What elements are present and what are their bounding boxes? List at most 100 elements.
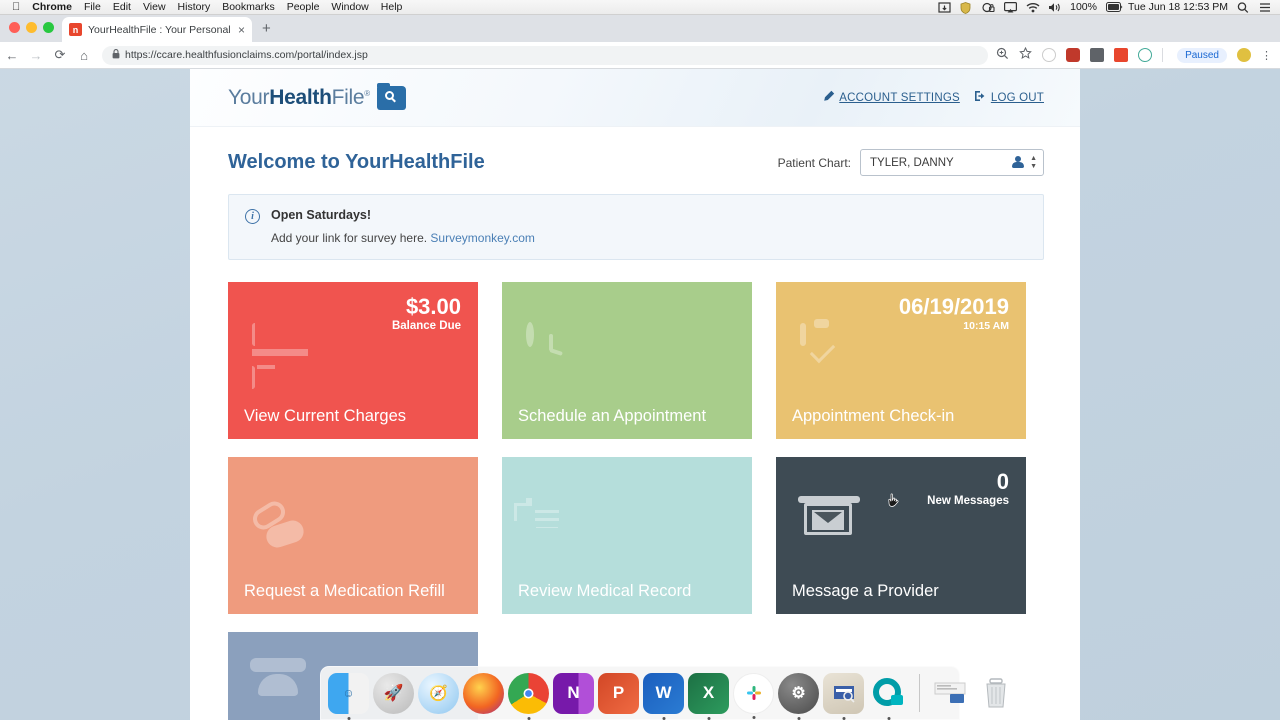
menu-item-edit[interactable]: Edit xyxy=(113,1,131,13)
dock-item-launchpad[interactable]: 🚀 xyxy=(373,672,414,714)
running-indicator xyxy=(347,716,350,720)
close-tab-icon[interactable]: × xyxy=(238,23,245,37)
menu-item-file[interactable]: File xyxy=(84,1,101,13)
shield-extension-icon[interactable] xyxy=(1066,48,1081,62)
shield-icon[interactable] xyxy=(960,1,973,14)
dock-item-finder[interactable]: ☺ xyxy=(328,672,369,720)
zoom-icon[interactable] xyxy=(996,47,1009,63)
site-logo[interactable]: YourHealthFile® xyxy=(228,82,406,110)
dock-item-camtasia[interactable] xyxy=(868,673,909,720)
address-bar[interactable]: https://ccare.healthfusionclaims.com/por… xyxy=(102,45,989,65)
announcement-banner: i Open Saturdays! Add your link for surv… xyxy=(228,194,1044,260)
telephone-icon xyxy=(250,658,306,720)
menu-item-help[interactable]: Help xyxy=(381,1,403,13)
mac-dock: ☺ 🚀 🧭 N P W X ⚙ xyxy=(320,666,1006,720)
dock-item-preview[interactable] xyxy=(823,672,864,720)
dock-item-firefox[interactable] xyxy=(463,672,504,714)
battery-percentage: 100% xyxy=(1070,1,1097,13)
tile-request-a-medication-refill[interactable]: Request a Medication Refill xyxy=(228,457,478,614)
patient-chart-select[interactable]: TYLER, DANNY ▲ ▼ xyxy=(860,149,1044,176)
opera-extension-icon[interactable] xyxy=(1042,48,1057,62)
tile-stat: 06/19/2019 10:15 AM xyxy=(899,295,1009,332)
address-bar-url: https://ccare.healthfusionclaims.com/por… xyxy=(125,49,368,61)
balance-caption: Balance Due xyxy=(391,320,461,333)
menu-item-people[interactable]: People xyxy=(287,1,320,13)
dock-divider xyxy=(919,674,920,712)
reload-button[interactable]: ⟳ xyxy=(48,47,72,63)
folder-search-icon xyxy=(376,82,406,110)
running-indicator xyxy=(527,716,530,720)
announcement-title: Open Saturdays! xyxy=(271,208,372,222)
dock-item-trash[interactable] xyxy=(975,673,1016,714)
tile-label: Request a Medication Refill xyxy=(244,582,445,600)
clipboard-check-icon xyxy=(800,323,856,378)
menu-item-bookmarks[interactable]: Bookmarks xyxy=(222,1,275,13)
bookmark-star-icon[interactable] xyxy=(1019,46,1032,63)
back-button[interactable]: ← xyxy=(0,48,24,63)
dock-item-word[interactable]: W xyxy=(643,672,684,720)
forward-button[interactable]: → xyxy=(24,48,48,63)
dock-item-excel[interactable]: X xyxy=(688,672,729,720)
dock-item-chrome[interactable] xyxy=(508,672,549,720)
tile-review-medical-record[interactable]: Review Medical Record xyxy=(502,457,752,614)
airplay-icon[interactable] xyxy=(1004,1,1018,13)
person-icon xyxy=(1011,156,1024,169)
tab-favicon: n xyxy=(69,23,82,36)
menu-bar-clock[interactable]: Tue Jun 18 12:53 PM xyxy=(1128,1,1228,13)
running-indicator xyxy=(797,716,800,720)
minimize-window-button[interactable] xyxy=(26,22,37,33)
apple-menu-icon[interactable]:  xyxy=(12,1,20,13)
screen-capture-icon[interactable] xyxy=(938,1,951,13)
menu-item-window[interactable]: Window xyxy=(331,1,368,13)
excel-icon: X xyxy=(702,683,715,702)
close-window-button[interactable] xyxy=(9,22,20,33)
pdf-extension-icon[interactable] xyxy=(1114,48,1129,62)
appointment-time: 10:15 AM xyxy=(963,320,1009,333)
wifi-icon[interactable] xyxy=(1026,2,1040,13)
menu-item-chrome[interactable]: Chrome xyxy=(32,1,72,13)
dock-item-powerpoint[interactable]: P xyxy=(598,672,639,714)
log-out-label: LOG OUT xyxy=(990,91,1044,104)
menu-item-history[interactable]: History xyxy=(178,1,211,13)
profile-paused-badge[interactable]: Paused xyxy=(1177,47,1227,63)
tile-view-current-charges[interactable]: $3.00 Balance Due View Current Charges xyxy=(228,282,478,439)
tile-label: Message a Provider xyxy=(792,582,939,600)
spotlight-search-icon[interactable] xyxy=(1237,1,1250,13)
account-settings-link[interactable]: ACCOUNT SETTINGS xyxy=(823,90,960,105)
menu-item-view[interactable]: View xyxy=(143,1,166,13)
battery-icon[interactable] xyxy=(1105,1,1123,13)
page-title: Welcome to YourHealthFile xyxy=(228,151,485,173)
dock-item-downloads-stack[interactable] xyxy=(930,673,971,714)
chrome-toolbar: ← → ⟳ ⌂ https://ccare.healthfusionclaims… xyxy=(0,42,1280,69)
window-traffic-lights xyxy=(0,22,54,42)
new-tab-button[interactable]: + xyxy=(262,20,271,37)
pills-icon xyxy=(249,497,308,553)
chevron-stepper-icon[interactable]: ▲ ▼ xyxy=(1030,155,1037,170)
tile-appointment-check-in[interactable]: 06/19/2019 10:15 AM Appointment Check-in xyxy=(776,282,1026,439)
apps-grid-icon[interactable] xyxy=(1090,48,1105,62)
clock-icon xyxy=(526,322,582,378)
announcement-sentence: Add your link for survey here. xyxy=(271,231,428,245)
notification-center-icon[interactable] xyxy=(1259,2,1272,13)
logout-icon xyxy=(974,90,987,105)
surveymonkey-link[interactable]: Surveymonkey.com xyxy=(430,231,534,245)
dock-item-slack[interactable] xyxy=(733,672,774,719)
log-out-link[interactable]: LOG OUT xyxy=(974,90,1044,105)
chrome-menu-icon[interactable]: ⋮ xyxy=(1261,49,1272,62)
tile-schedule-an-appointment[interactable]: Schedule an Appointment xyxy=(502,282,752,439)
avatar[interactable] xyxy=(1237,48,1251,62)
volume-icon[interactable] xyxy=(1048,2,1061,13)
dock-item-safari[interactable]: 🧭 xyxy=(418,672,459,714)
privacy-lock-icon[interactable] xyxy=(982,2,995,13)
maximize-window-button[interactable] xyxy=(43,22,54,33)
dock-item-system-preferences[interactable]: ⚙ xyxy=(778,672,819,720)
circle-extension-icon[interactable] xyxy=(1138,48,1153,62)
patient-chart-value: TYLER, DANNY xyxy=(870,156,954,169)
home-button[interactable]: ⌂ xyxy=(72,48,96,63)
tile-stat: 0 New Messages xyxy=(927,470,1009,507)
dock-item-onenote[interactable]: N xyxy=(553,672,594,714)
announcement-body: Open Saturdays! Add your link for survey… xyxy=(271,208,535,245)
tile-message-a-provider[interactable]: 0 New Messages Message a Provider xyxy=(776,457,1026,614)
chrome-tab-strip: n YourHealthFile : Your Personal × + xyxy=(0,15,1280,42)
browser-tab[interactable]: n YourHealthFile : Your Personal × xyxy=(62,17,252,42)
